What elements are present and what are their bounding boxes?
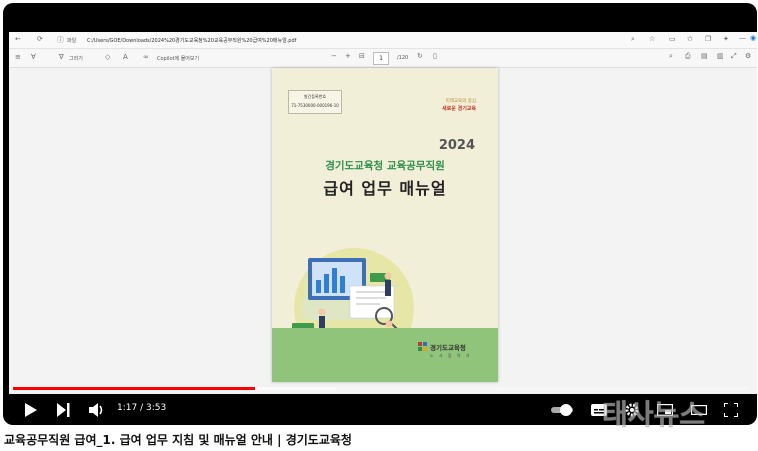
search-icon[interactable]: ⌕	[669, 52, 673, 61]
favorite-star-icon[interactable]: ☆	[649, 35, 655, 43]
read-aloud-icon[interactable]: A	[123, 53, 128, 61]
news-watermark: 태사뉴스	[596, 394, 746, 432]
zoom-in-icon[interactable]: +	[345, 52, 351, 60]
highlight-icon[interactable]: ∀	[31, 53, 36, 61]
cover-subtitle: 경기도교육청 교육공무직원	[325, 160, 445, 172]
video-frame[interactable]: ← ⟳ ⓘ 파일 C:/Users/GOE/Downloads/2024%20경…	[9, 32, 757, 394]
favorites-icon[interactable]: ✩	[687, 35, 693, 43]
time-display: 1:17 / 3:53	[117, 403, 166, 413]
info-icon[interactable]: ⓘ	[57, 35, 64, 45]
slogan-line1: 미래교육의 중심	[445, 99, 476, 104]
cover-title: 급여 업무 매뉴얼	[323, 179, 447, 198]
svg-text:태사뉴스: 태사뉴스	[602, 398, 705, 431]
org-department: 노 사 협 력 과	[430, 353, 472, 358]
registration-label: 발간등록번호	[303, 94, 327, 99]
extensions-icon[interactable]: ✦	[723, 35, 729, 43]
more-dots-icon[interactable]: —	[739, 34, 746, 42]
back-arrow-icon[interactable]: ←	[15, 35, 21, 43]
zoom-icon[interactable]: ⌕	[631, 35, 635, 44]
browser-address-bar: ← ⟳ ⓘ 파일 C:/Users/GOE/Downloads/2024%20경…	[9, 32, 757, 49]
autoplay-toggle-icon[interactable]	[551, 404, 575, 416]
time-separator: /	[137, 403, 146, 413]
settings-icon[interactable]: ⚙	[745, 52, 751, 60]
org-name: 경기도교육청	[430, 344, 466, 352]
play-icon[interactable]	[25, 403, 37, 417]
draw-icon[interactable]: ∇	[59, 53, 64, 61]
next-icon[interactable]	[57, 403, 70, 417]
file-tab-label: 파일	[67, 38, 77, 44]
page-total: /120	[397, 55, 409, 61]
erase-icon[interactable]: ◇	[105, 53, 110, 61]
progress-played	[13, 387, 255, 390]
collections-icon[interactable]: ❐	[705, 35, 711, 43]
time-current: 1:17	[117, 403, 138, 413]
watermark-graphic: 태사뉴스	[602, 398, 706, 432]
registration-number: 71-7530000-000196-10	[291, 103, 339, 108]
org-logo-icon	[418, 342, 427, 351]
print-icon[interactable]: ⎙	[685, 52, 691, 61]
save-as-icon[interactable]: ▥	[717, 52, 724, 60]
pdf-cover-page: 발간등록번호 71-7530000-000196-10 미래교육의 중심 새로운…	[272, 68, 498, 382]
refresh-icon[interactable]: ⟳	[37, 35, 43, 43]
draw-label[interactable]: 그리기	[69, 55, 83, 62]
save-icon[interactable]: ▤	[701, 52, 708, 60]
contents-icon[interactable]: ≡	[15, 53, 21, 61]
video-player[interactable]: ← ⟳ ⓘ 파일 C:/Users/GOE/Downloads/2024%20경…	[3, 3, 757, 425]
video-title: 교육공무직원 급여_1. 급여 업무 지침 및 매뉴얼 안내 | 경기도교육청	[4, 433, 352, 447]
volume-icon[interactable]	[89, 402, 105, 418]
page-number-input[interactable]: 1	[373, 52, 389, 65]
fit-page-icon[interactable]: ⊟	[359, 52, 365, 60]
page-view-icon[interactable]: ▯	[433, 52, 437, 60]
zoom-out-icon[interactable]: −	[331, 52, 337, 60]
copilot-icon[interactable]: ◉	[750, 34, 756, 42]
registration-box: 발간등록번호 71-7530000-000196-10	[288, 90, 342, 114]
url-text[interactable]: C:/Users/GOE/Downloads/2024%20경기도교육청%20교…	[87, 37, 296, 44]
rotate-icon[interactable]: ↻	[417, 52, 423, 60]
slogan-line2: 새로운 경기교육	[442, 106, 476, 112]
cover-year: 2024	[438, 138, 475, 153]
split-screen-icon[interactable]: ▭	[669, 35, 676, 43]
copilot-ask-label[interactable]: Copilot에 물어보기	[157, 55, 199, 62]
copilot-small-icon[interactable]: ∞	[143, 53, 149, 61]
time-total: 3:53	[145, 403, 167, 413]
fullscreen-pdf-icon[interactable]: ⤢	[731, 52, 737, 61]
